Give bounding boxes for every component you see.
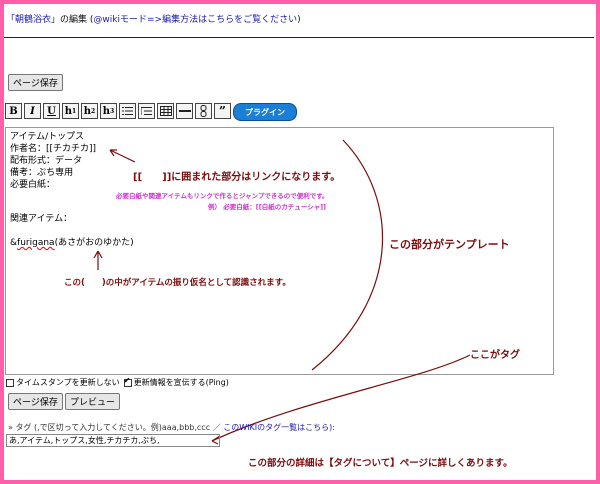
editor-line: 必要白紙： [10, 180, 56, 190]
furigana-value: (あさがおのゆかた) [54, 238, 134, 248]
save-page-button-top[interactable]: ページ保存 [8, 74, 63, 91]
horizontal-rule-button[interactable] [176, 103, 193, 119]
heading3-button[interactable]: h3 [100, 103, 117, 119]
furigana-annotation: この( )の中がアイテムの振り仮名として認識されます。 [64, 278, 291, 288]
tag-list-link[interactable]: このWIKIのタグ一覧はこちら [223, 423, 329, 432]
italic-button[interactable]: I [24, 103, 41, 119]
tag-label-suffix: ): [329, 423, 335, 432]
bold-button[interactable]: B [5, 103, 22, 119]
tag-instructions: » タグ (,で区切って入力してください。例)aaa,bbb,ccc ／ [8, 423, 224, 432]
timestamp-checkbox[interactable] [6, 378, 14, 387]
link-sub-annotation-1: 必要白紙や関連アイテムもリンクで作るとジャンプできるので便利です。 [116, 192, 329, 200]
heading2-button[interactable]: h2 [81, 103, 98, 119]
furigana-keyword: furigana [17, 238, 55, 248]
edit-help-link[interactable]: 編集方法はこちらをご覧ください [162, 15, 297, 25]
horizontal-rule-icon [178, 110, 191, 112]
link-annotation: [[ ]]に囲まれた部分はリンクになります。 [133, 172, 341, 183]
tag-detail-annotation: この部分の詳細は【タグについて】ページに詳しくあります。 [248, 458, 513, 469]
numbered-list-icon [141, 107, 152, 115]
wiki-mode-link[interactable]: @wikiモード [93, 15, 147, 25]
editor-line: 関連アイテム： [10, 214, 73, 224]
heading1-button[interactable]: h1 [62, 103, 79, 119]
bullet-list-button[interactable] [119, 103, 136, 119]
tag-pointer-annotation: ここがタグ [470, 350, 520, 361]
bullet-list-icon [122, 107, 133, 115]
header-divider [4, 37, 594, 38]
ping-label: 更新情報を宣伝する(Ping) [133, 378, 229, 387]
amp-char: & [10, 238, 18, 248]
plugin-button[interactable]: プラグイン [233, 103, 297, 121]
link-button[interactable] [195, 103, 212, 119]
paren-close: ) [297, 15, 301, 25]
timestamp-label: タイムスタンプを更新しない [16, 378, 120, 387]
editor-line-furigana: &furigana(あさがおのゆかた) [10, 235, 134, 248]
table-icon [159, 106, 172, 116]
ping-checkbox[interactable] [123, 376, 132, 387]
preview-button[interactable]: プレビュー [65, 393, 121, 410]
template-annotation: この部分がテンプレート [389, 238, 510, 251]
options-row: タイムスタンプを更新しない 更新情報を宣伝する(Ping) [6, 376, 229, 388]
edit-label: の編集 [60, 15, 88, 25]
page-title: 「朝鶴浴衣」の編集 (@wikiモード=>編集方法はこちらをご覧ください) [6, 12, 301, 25]
page-name[interactable]: 「朝鶴浴衣」 [6, 15, 60, 25]
link-icon [200, 105, 206, 117]
editor-toolbar: B I U h1 h2 h3 ” プラグイン [5, 103, 297, 121]
table-button[interactable] [157, 103, 174, 119]
tag-input[interactable]: あ,アイテム,トップス,女性,チカチカ,ぷち, [6, 434, 220, 447]
tag-label: » タグ (,で区切って入力してください。例)aaa,bbb,ccc ／ このW… [8, 422, 335, 433]
numbered-list-button[interactable] [138, 103, 155, 119]
link-sub-annotation-2: 例） 必要白紙：[[白紙のカチューシャ]] [208, 203, 327, 211]
save-page-button[interactable]: ページ保存 [8, 393, 63, 410]
underline-button[interactable]: U [43, 103, 60, 119]
quote-button[interactable]: ” [214, 103, 231, 119]
arrow-text: => [146, 15, 163, 25]
